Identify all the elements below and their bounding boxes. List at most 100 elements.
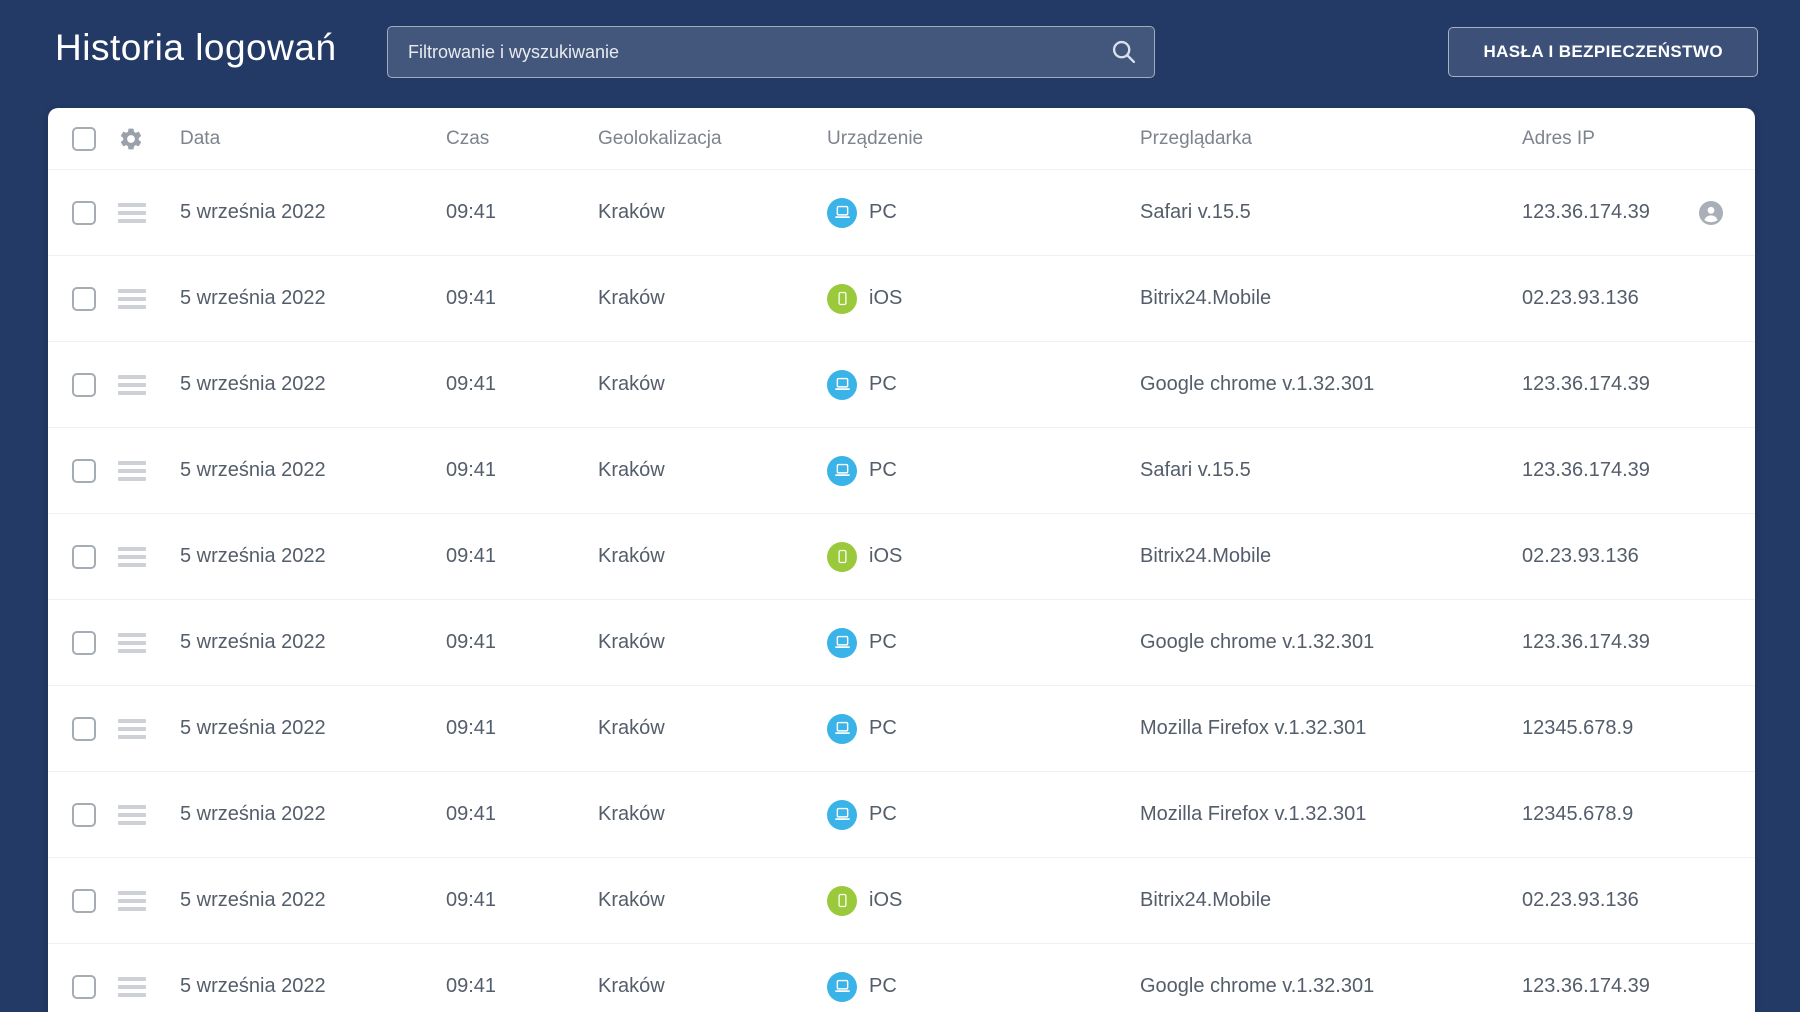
browser-cell: Mozilla Firefox v.1.32.301 [1140, 803, 1367, 825]
device-cell: PC [827, 455, 1140, 486]
search-input[interactable] [388, 27, 1110, 77]
row-menu-icon[interactable] [118, 973, 146, 1001]
page-title: Historia logowań [55, 27, 337, 68]
row-checkbox[interactable] [72, 888, 96, 913]
location-cell: Kraków [598, 803, 665, 825]
laptop-icon [827, 369, 857, 400]
location-cell: Kraków [598, 545, 665, 567]
row-menu-icon[interactable] [118, 199, 146, 227]
row-menu-icon[interactable] [118, 887, 146, 915]
row-checkbox[interactable] [72, 544, 96, 569]
row-checkbox[interactable] [72, 974, 96, 999]
smartphone-icon [827, 283, 857, 314]
laptop-icon [827, 713, 857, 744]
browser-cell: Google chrome v.1.32.301 [1140, 975, 1375, 997]
device-cell: PC [827, 627, 1140, 658]
column-header-przegladarka[interactable]: Przeglądarka [1140, 128, 1522, 150]
ip-cell: 123.36.174.39 [1522, 631, 1650, 653]
location-cell: Kraków [598, 889, 665, 911]
ip-cell: 123.36.174.39 [1522, 201, 1650, 223]
device-label: PC [869, 803, 897, 825]
column-header-data[interactable]: Data [180, 128, 446, 150]
ip-cell: 02.23.93.136 [1522, 287, 1639, 309]
row-checkbox[interactable] [72, 372, 96, 397]
row-menu-icon[interactable] [118, 457, 146, 485]
browser-cell: Safari v.15.5 [1140, 201, 1251, 223]
row-menu-icon[interactable] [118, 629, 146, 657]
column-header-adres-ip[interactable]: Adres IP [1522, 128, 1681, 150]
device-label: PC [869, 459, 897, 481]
select-all-checkbox[interactable] [72, 126, 96, 151]
ip-cell: 02.23.93.136 [1522, 545, 1639, 567]
row-checkbox[interactable] [72, 286, 96, 311]
time-cell: 09:41 [446, 717, 497, 739]
table-header-row: Data Czas Geolokalizacja Urządzenie Prze… [48, 108, 1755, 170]
table-row: 5 września 2022 09:41 Kraków iOS Bitrix2… [48, 858, 1755, 944]
time-cell: 09:41 [446, 459, 497, 481]
device-label: iOS [869, 287, 903, 309]
row-menu-icon[interactable] [118, 543, 146, 571]
row-menu-icon[interactable] [118, 371, 146, 399]
smartphone-icon [827, 885, 857, 916]
table-row: 5 września 2022 09:41 Kraków PC Google c… [48, 342, 1755, 428]
row-checkbox[interactable] [72, 716, 96, 741]
device-cell: iOS [827, 283, 1140, 314]
row-checkbox[interactable] [72, 630, 96, 655]
laptop-icon [827, 455, 857, 486]
passwords-security-button[interactable]: HASŁA I BEZPIECZEŃSTWO [1448, 27, 1758, 77]
laptop-icon [827, 627, 857, 658]
location-cell: Kraków [598, 631, 665, 653]
time-cell: 09:41 [446, 803, 497, 825]
device-cell: PC [827, 369, 1140, 400]
column-header-czas[interactable]: Czas [446, 128, 598, 150]
time-cell: 09:41 [446, 287, 497, 309]
device-cell: PC [827, 197, 1140, 228]
row-checkbox[interactable] [72, 458, 96, 483]
browser-cell: Mozilla Firefox v.1.32.301 [1140, 717, 1367, 739]
device-cell: PC [827, 713, 1140, 744]
location-cell: Kraków [598, 373, 665, 395]
row-menu-icon[interactable] [118, 715, 146, 743]
date-cell: 5 września 2022 [180, 717, 326, 739]
table-row: 5 września 2022 09:41 Kraków PC Safari v… [48, 170, 1755, 256]
table-row: 5 września 2022 09:41 Kraków PC Mozilla … [48, 772, 1755, 858]
smartphone-icon [827, 541, 857, 572]
location-cell: Kraków [598, 717, 665, 739]
date-cell: 5 września 2022 [180, 889, 326, 911]
search-icon[interactable] [1110, 38, 1154, 66]
gear-icon[interactable] [118, 126, 144, 152]
location-cell: Kraków [598, 459, 665, 481]
ip-cell: 123.36.174.39 [1522, 373, 1650, 395]
browser-cell: Bitrix24.Mobile [1140, 889, 1272, 911]
device-label: PC [869, 373, 897, 395]
ip-cell: 12345.678.9 [1522, 803, 1634, 825]
location-cell: Kraków [598, 975, 665, 997]
login-history-table: Data Czas Geolokalizacja Urządzenie Prze… [48, 108, 1755, 1012]
table-body: 5 września 2022 09:41 Kraków PC Safari v… [48, 170, 1755, 1012]
row-checkbox[interactable] [72, 200, 96, 225]
ip-cell: 02.23.93.136 [1522, 889, 1639, 911]
time-cell: 09:41 [446, 889, 497, 911]
device-cell: iOS [827, 885, 1140, 916]
device-label: iOS [869, 545, 903, 567]
column-header-geolokalizacja[interactable]: Geolokalizacja [598, 128, 827, 150]
location-cell: Kraków [598, 201, 665, 223]
date-cell: 5 września 2022 [180, 201, 326, 223]
time-cell: 09:41 [446, 631, 497, 653]
date-cell: 5 września 2022 [180, 803, 326, 825]
time-cell: 09:41 [446, 373, 497, 395]
row-menu-icon[interactable] [118, 285, 146, 313]
browser-cell: Bitrix24.Mobile [1140, 545, 1272, 567]
row-menu-icon[interactable] [118, 801, 146, 829]
device-cell: iOS [827, 541, 1140, 572]
table-row: 5 września 2022 09:41 Kraków PC Google c… [48, 944, 1755, 1012]
row-checkbox[interactable] [72, 802, 96, 827]
table-row: 5 września 2022 09:41 Kraków iOS Bitrix2… [48, 256, 1755, 342]
column-header-urzadzenie[interactable]: Urządzenie [827, 128, 1140, 150]
search-box[interactable] [387, 26, 1155, 78]
time-cell: 09:41 [446, 201, 497, 223]
date-cell: 5 września 2022 [180, 287, 326, 309]
browser-cell: Google chrome v.1.32.301 [1140, 373, 1375, 395]
device-label: PC [869, 631, 897, 653]
browser-cell: Bitrix24.Mobile [1140, 287, 1272, 309]
